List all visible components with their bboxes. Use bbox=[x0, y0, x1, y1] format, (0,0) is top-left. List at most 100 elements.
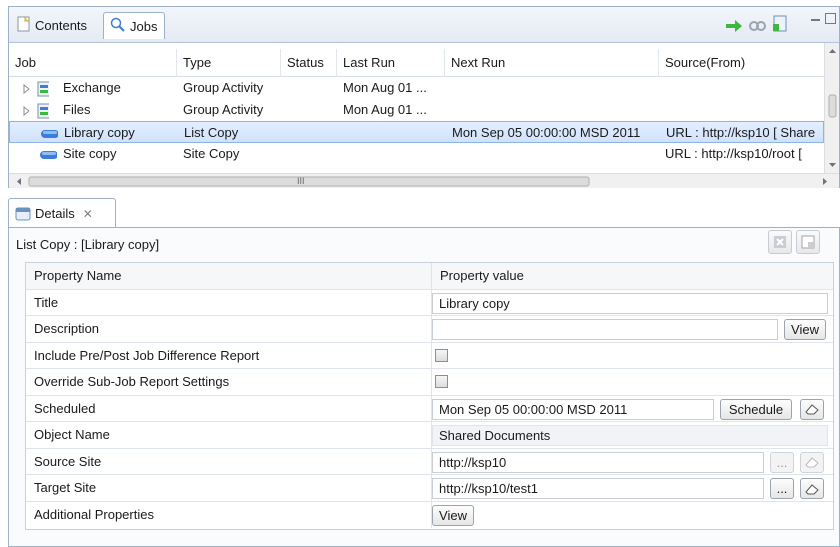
row-next-run bbox=[445, 99, 659, 121]
contents-icon bbox=[17, 16, 31, 35]
table-row[interactable]: Files Group Activity Mon Aug 01 ... bbox=[9, 99, 824, 121]
tab-jobs-label: Jobs bbox=[130, 18, 158, 34]
col-source[interactable]: Source(From) bbox=[659, 49, 824, 77]
prop-value-cell: Shared Documents bbox=[432, 422, 833, 448]
row-next-run bbox=[445, 77, 659, 99]
clear-schedule-button[interactable] bbox=[800, 398, 824, 420]
job-pill-icon bbox=[33, 143, 57, 165]
row-last-run bbox=[337, 143, 445, 165]
view-tabbar: Contents Jobs bbox=[9, 7, 839, 43]
horizontal-scrollbar[interactable]: III bbox=[9, 173, 839, 188]
title-field[interactable]: Library copy bbox=[432, 292, 828, 314]
prop-label: Object Name bbox=[26, 422, 432, 448]
row-status bbox=[282, 122, 338, 144]
col-property-name: Property Name bbox=[26, 263, 432, 289]
col-status[interactable]: Status bbox=[281, 49, 337, 77]
property-table: Property Name Property value Title Libra… bbox=[25, 262, 834, 530]
property-table-header: Property Name Property value bbox=[26, 263, 833, 290]
tab-contents[interactable]: Contents bbox=[11, 12, 103, 39]
group-activity-icon bbox=[29, 77, 49, 99]
col-property-value: Property value bbox=[440, 268, 524, 283]
prop-value-cell: Library copy bbox=[432, 290, 833, 316]
prop-label: Override Sub-Job Report Settings bbox=[26, 369, 432, 395]
row-job: Exchange bbox=[63, 80, 121, 95]
minimize-icon[interactable] bbox=[811, 13, 821, 27]
eraser-icon bbox=[805, 404, 819, 415]
col-last-run[interactable]: Last Run bbox=[337, 49, 445, 77]
maximize-icon[interactable] bbox=[825, 13, 837, 27]
description-field[interactable] bbox=[432, 319, 778, 340]
source-browse-button[interactable]: ... bbox=[770, 451, 794, 473]
include-diff-checkbox[interactable] bbox=[435, 348, 448, 362]
delete-button[interactable] bbox=[768, 230, 792, 254]
override-sub-checkbox[interactable] bbox=[435, 375, 448, 388]
prop-value-cell: http://ksp10 ... bbox=[432, 449, 833, 475]
expand-arrow-icon[interactable] bbox=[9, 99, 29, 121]
description-view-button[interactable]: View bbox=[784, 319, 826, 340]
row-last-run: Mon Aug 01 ... bbox=[343, 102, 427, 117]
prop-label: Include Pre/Post Job Difference Report bbox=[26, 342, 432, 368]
prop-value-cell: View bbox=[432, 316, 833, 342]
row-status bbox=[281, 77, 337, 99]
row-type: Group Activity bbox=[183, 80, 264, 95]
properties-icon[interactable] bbox=[796, 230, 820, 254]
source-site-field[interactable]: http://ksp10 bbox=[432, 451, 764, 473]
table-row[interactable]: Exchange Group Activity Mon Aug 01 ... bbox=[9, 77, 824, 99]
row-status bbox=[281, 143, 337, 165]
row-status bbox=[281, 99, 337, 121]
col-job[interactable]: Job bbox=[9, 49, 177, 77]
prop-label: Source Site bbox=[26, 448, 432, 474]
prop-value-cell bbox=[432, 369, 833, 395]
row-job: Files bbox=[63, 102, 91, 117]
schedule-button[interactable]: Schedule bbox=[720, 398, 792, 420]
prop-row-description: Description View bbox=[26, 316, 833, 343]
target-site-field[interactable]: http://ksp10/test1 bbox=[432, 478, 764, 499]
prop-row-include-diff: Include Pre/Post Job Difference Report bbox=[26, 342, 833, 369]
prop-row-override-sub: Override Sub-Job Report Settings bbox=[26, 369, 833, 396]
prop-value-cell: View bbox=[432, 502, 833, 529]
col-type[interactable]: Type bbox=[177, 49, 281, 77]
row-type: Site Copy bbox=[183, 146, 240, 161]
row-last-run bbox=[338, 122, 446, 144]
prop-row-title: Title Library copy bbox=[26, 289, 833, 316]
target-clear-button[interactable] bbox=[800, 478, 824, 499]
group-activity-icon bbox=[29, 99, 49, 121]
report-icon[interactable] bbox=[771, 15, 789, 32]
details-header: List Copy : [Library copy] bbox=[16, 237, 160, 252]
target-browse-button[interactable]: ... bbox=[770, 478, 794, 499]
prop-row-additional: Additional Properties View bbox=[26, 501, 833, 529]
vertical-scrollbar[interactable] bbox=[824, 43, 839, 173]
row-type: List Copy bbox=[184, 125, 239, 140]
row-source bbox=[659, 99, 824, 121]
row-job: Site copy bbox=[63, 146, 117, 161]
row-source: URL : http://ksp10/root [ bbox=[665, 146, 802, 161]
table-row[interactable]: Site copy Site Copy URL : http://ksp10/r… bbox=[9, 143, 824, 165]
run-arrow-icon[interactable] bbox=[725, 19, 743, 33]
scheduled-field[interactable]: Mon Sep 05 00:00:00 MSD 2011 bbox=[432, 398, 714, 420]
tab-contents-label: Contents bbox=[35, 18, 88, 33]
object-name-field: Shared Documents bbox=[432, 425, 828, 446]
prop-label: Description bbox=[26, 316, 432, 342]
link-icon[interactable] bbox=[749, 19, 767, 33]
details-icon bbox=[15, 207, 31, 221]
close-icon[interactable]: ✕ bbox=[83, 207, 93, 221]
jobs-table-header: Job Type Status Last Run Next Run Source… bbox=[9, 49, 824, 77]
row-last-run: Mon Aug 01 ... bbox=[343, 80, 427, 95]
col-next-run[interactable]: Next Run bbox=[445, 49, 659, 77]
row-source: URL : http://ksp10 [ Share bbox=[666, 125, 816, 140]
prop-value-cell: Mon Sep 05 00:00:00 MSD 2011 Schedule bbox=[432, 396, 833, 422]
tab-details[interactable]: Details ✕ bbox=[8, 198, 116, 228]
additional-view-button[interactable]: View bbox=[432, 504, 474, 526]
row-job: Library copy bbox=[64, 125, 135, 140]
prop-row-object-name: Object Name Shared Documents bbox=[26, 422, 833, 449]
prop-label: Target Site bbox=[26, 475, 432, 501]
prop-label: Scheduled bbox=[26, 395, 432, 421]
details-tabbar: Details ✕ bbox=[8, 198, 840, 228]
row-next-run bbox=[445, 143, 659, 165]
table-row-selected[interactable]: Library copy List Copy Mon Sep 05 00:00:… bbox=[9, 121, 824, 143]
tab-jobs[interactable]: Jobs bbox=[103, 12, 165, 39]
tab-details-label: Details bbox=[35, 206, 75, 221]
eraser-icon bbox=[805, 457, 819, 468]
prop-label: Additional Properties bbox=[26, 501, 432, 528]
source-clear-button[interactable] bbox=[800, 451, 824, 473]
